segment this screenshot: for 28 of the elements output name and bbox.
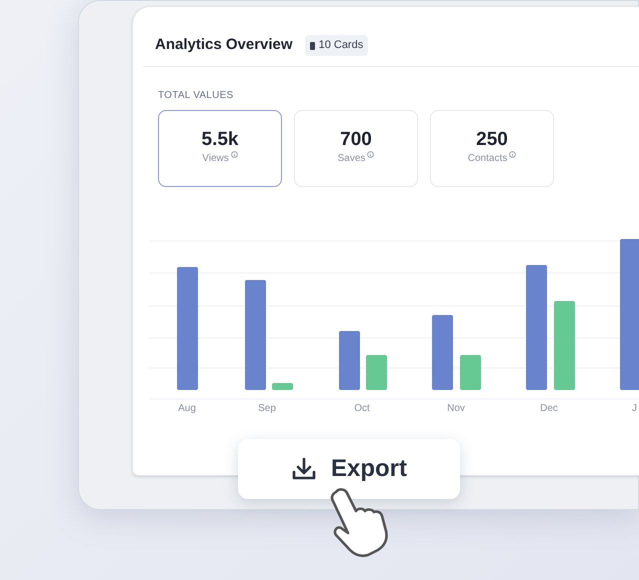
chart-bar: [272, 383, 293, 390]
axis-label: J: [632, 403, 637, 414]
info-icon: [367, 151, 374, 158]
stat-value: 700: [340, 130, 372, 149]
stat-card[interactable]: 250 Contacts: [430, 110, 554, 187]
axis-label: Nov: [447, 403, 465, 414]
stat-card[interactable]: 700 Saves: [294, 110, 418, 187]
card-stack-icon: [310, 42, 315, 50]
chart-bar: [339, 331, 360, 390]
axis-label: Oct: [354, 403, 370, 414]
axis-label: Aug: [178, 403, 196, 414]
stat-label: Saves: [338, 152, 366, 166]
stat-card[interactable]: 5.5k Views: [158, 110, 282, 187]
download-icon: [290, 457, 317, 481]
cards-badge: 10 Cards: [304, 35, 368, 56]
chart-bar: [366, 355, 387, 390]
info-icon: [509, 151, 516, 158]
axis-label: Dec: [540, 403, 558, 414]
stat-value: 5.5k: [202, 130, 238, 149]
chart-bar: [460, 355, 481, 390]
axis-label: Sep: [258, 403, 276, 414]
stat-label: Contacts: [468, 152, 508, 166]
export-button[interactable]: Export: [238, 439, 460, 499]
stat-label: Views: [202, 152, 229, 166]
stat-value: 250: [476, 130, 508, 149]
info-icon: [230, 151, 238, 158]
section-label: TOTAL VALUES: [157, 89, 234, 103]
card-title: Analytics Overview: [155, 35, 293, 56]
